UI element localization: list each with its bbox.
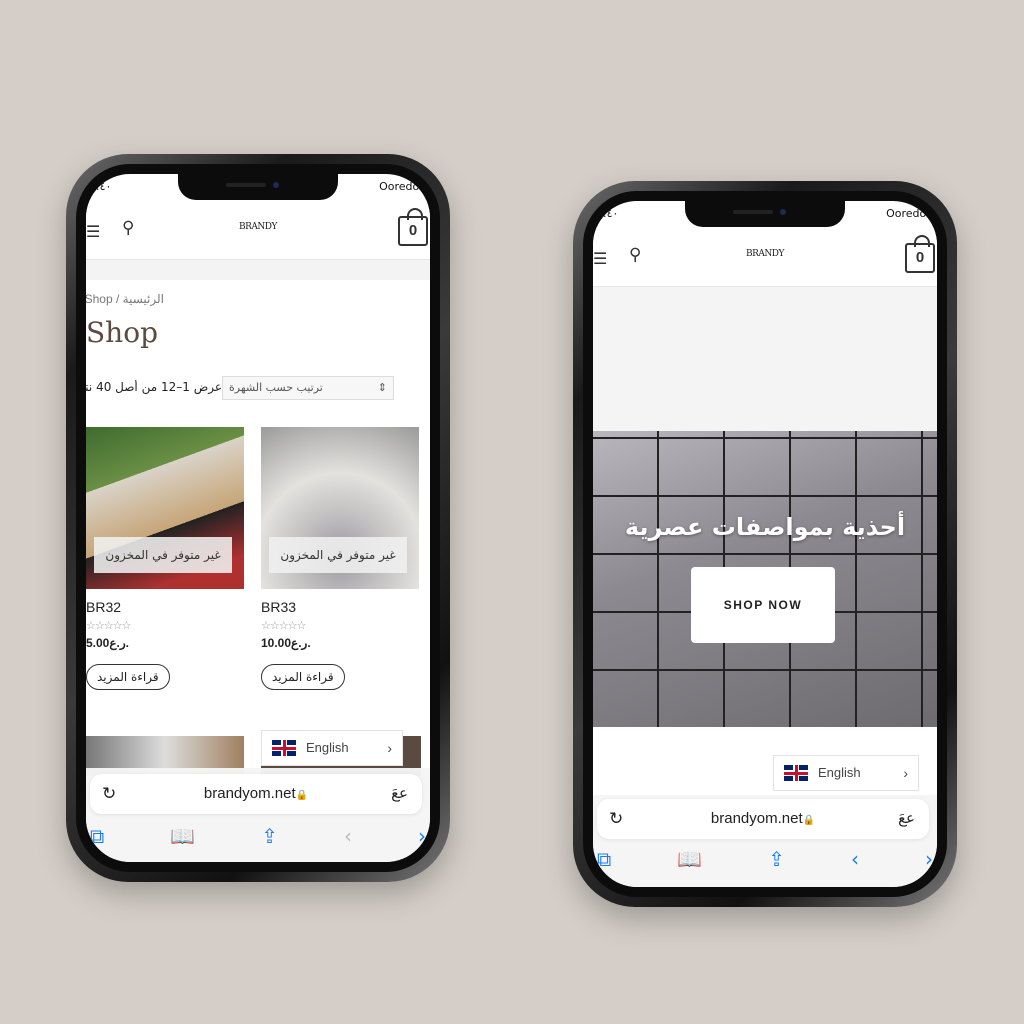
product-price: 10.00ر.ع. [261, 636, 311, 650]
language-label: English [306, 740, 349, 755]
site-header: ☰ ⚲ BRANDY 0 [86, 200, 430, 260]
hamburger-icon[interactable]: ☰ [593, 249, 607, 268]
product-name[interactable]: BR33 [261, 599, 419, 615]
hamburger-icon[interactable]: ☰ [86, 222, 100, 241]
search-icon[interactable]: ⚲ [629, 245, 641, 265]
divider-band [86, 260, 430, 280]
product-image[interactable]: غير متوفر في المخزون [86, 427, 244, 589]
language-switcher[interactable]: English › [773, 755, 919, 791]
status-time: ٤:٤٠ [90, 180, 112, 193]
logo[interactable]: BRANDY [239, 222, 277, 232]
logo[interactable]: BRANDY [746, 249, 784, 259]
out-of-stock-badge: غير متوفر في المخزون [94, 537, 232, 573]
product-price: 5.00ر.ع. [86, 636, 129, 650]
language-switcher[interactable]: English › [261, 730, 403, 766]
chevron-right-icon: › [903, 765, 908, 781]
status-time: ٤:٤٠ [597, 207, 619, 220]
status-carrier: Ooredoo [379, 180, 426, 193]
browser-bar: ↻ brandyom.net🔒 ععَ ⧉ 📖 ⇪ ‹ › [86, 768, 430, 862]
rating-stars: ☆☆☆☆☆ [86, 619, 131, 632]
text-size-button[interactable]: ععَ [391, 774, 408, 814]
product-card[interactable]: غير متوفر في المخزون BR32 ☆☆☆☆☆ 5.00ر.ع.… [86, 427, 244, 690]
back-icon[interactable]: ‹ [851, 847, 859, 871]
lock-icon: 🔒 [802, 815, 816, 826]
tabs-icon[interactable]: ⧉ [597, 847, 611, 871]
screen-shop: ٤:٤٠ Ooredoo ☰ ⚲ BRANDY 0 الرئيسية / Sho… [86, 174, 430, 862]
site-header: ☰ ⚲ BRANDY 0 [593, 227, 937, 287]
notch [685, 201, 845, 227]
result-count: عرض 1–12 من أصل 40 نتيجة [86, 380, 222, 394]
back-icon[interactable]: ‹ [344, 824, 352, 848]
search-icon[interactable]: ⚲ [122, 218, 134, 238]
url-text: brandyom.net [203, 785, 296, 802]
browser-toolbar: ⧉ 📖 ⇪ ‹ › [593, 847, 937, 871]
uk-flag-icon [784, 765, 808, 781]
hero-title: أحذية بمواصفات عصرية [624, 513, 906, 541]
address-bar[interactable]: ↻ brandyom.net🔒 ععَ [90, 774, 422, 814]
language-label: English [818, 765, 861, 780]
sort-select-value: ترتيب حسب الشهرة [229, 381, 323, 394]
browser-bar: ↻ brandyom.net🔒 ععَ ⧉ 📖 ⇪ ‹ › [593, 795, 937, 887]
share-icon[interactable]: ⇪ [261, 824, 278, 848]
read-more-button[interactable]: قراءة المزيد [86, 664, 170, 690]
hero-banner[interactable]: أحذية بمواصفات عصرية SHOP NOW [593, 431, 937, 727]
uk-flag-icon [272, 740, 296, 756]
cart-icon[interactable]: 0 [905, 235, 935, 273]
product-card[interactable]: غير متوفر في المخزون BR33 ☆☆☆☆☆ 10.00ر.ع… [261, 427, 419, 690]
shop-now-button[interactable]: SHOP NOW [691, 567, 835, 643]
text-size-button[interactable]: ععَ [898, 799, 915, 839]
out-of-stock-badge: غير متوفر في المخزون [269, 537, 407, 573]
hero-top-band [593, 287, 937, 431]
breadcrumb[interactable]: الرئيسية / Shop [86, 292, 164, 306]
read-more-button[interactable]: قراءة المزيد [261, 664, 345, 690]
bookmarks-icon[interactable]: 📖 [677, 847, 702, 871]
cart-icon[interactable]: 0 [398, 208, 428, 246]
forward-icon[interactable]: › [418, 824, 426, 848]
page-title: Shop [86, 316, 158, 349]
chevron-right-icon: › [387, 740, 392, 756]
screen-home: ٤:٤٠ Ooredoo ☰ ⚲ BRANDY 0 أحذية بمواصفات… [593, 201, 937, 887]
updown-icon: ⇕ [377, 381, 387, 394]
url-text: brandyom.net [710, 810, 803, 827]
browser-toolbar: ⧉ 📖 ⇪ ‹ › [86, 824, 430, 848]
rating-stars: ☆☆☆☆☆ [261, 619, 306, 632]
phone-shop: ٤:٤٠ Ooredoo ☰ ⚲ BRANDY 0 الرئيسية / Sho… [66, 154, 450, 882]
status-carrier: Ooredoo [886, 207, 933, 220]
address-bar[interactable]: ↻ brandyom.net🔒 ععَ [597, 799, 929, 839]
phone-home: ٤:٤٠ Ooredoo ☰ ⚲ BRANDY 0 أحذية بمواصفات… [573, 181, 957, 907]
bookmarks-icon[interactable]: 📖 [170, 824, 195, 848]
forward-icon[interactable]: › [925, 847, 933, 871]
notch [178, 174, 338, 200]
tabs-icon[interactable]: ⧉ [90, 824, 104, 848]
share-icon[interactable]: ⇪ [768, 847, 785, 871]
product-image[interactable]: غير متوفر في المخزون [261, 427, 419, 589]
product-name[interactable]: BR32 [86, 599, 244, 615]
reload-icon[interactable]: ↻ [102, 774, 116, 814]
reload-icon[interactable]: ↻ [609, 799, 623, 839]
sort-select[interactable]: ترتيب حسب الشهرة ⇕ [222, 376, 394, 400]
lock-icon: 🔒 [295, 790, 309, 801]
